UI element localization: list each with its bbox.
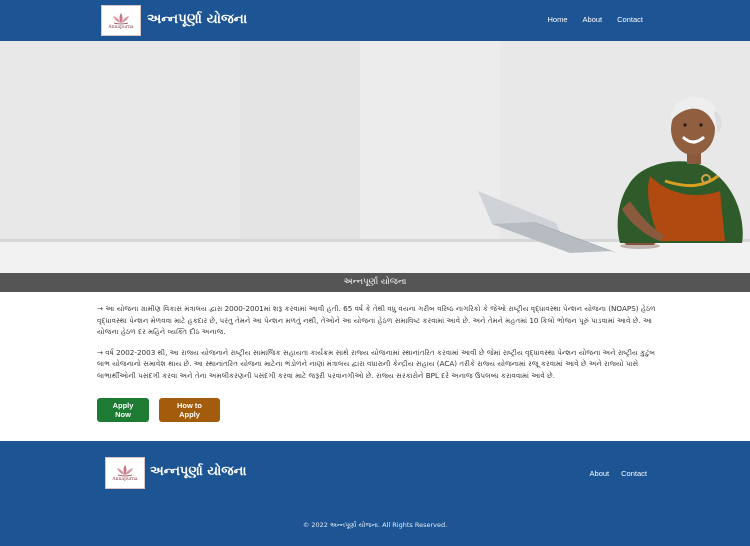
copyright-text: © 2022 અન્નપૂર્ણા યોજના. All Rights Rese…: [302, 521, 448, 529]
logo-text: Annapurna: [108, 24, 134, 30]
footer-brand[interactable]: અન્નપૂર્ણા યોજના: [150, 464, 246, 479]
nav-contact-link[interactable]: Contact: [617, 15, 643, 24]
history-paragraph: → વર્ષ 2002-2003 થી, આ રાજ્ય યોજનાને રાષ…: [97, 347, 656, 380]
footer-links: About Contact: [590, 469, 647, 478]
apply-now-button[interactable]: Apply Now: [97, 398, 149, 422]
footer-about-link[interactable]: About: [590, 469, 610, 478]
nav-home-link[interactable]: Home: [548, 15, 568, 24]
lotus-icon: [113, 12, 129, 25]
intro-paragraph: → આ યોજના ગ્રામીણ વિકાસ મંત્રાલય દ્વારા …: [97, 304, 656, 337]
lotus-icon: [117, 465, 133, 477]
footer-logo-text: Annapurna: [112, 477, 138, 483]
hero-caption: અન્નપૂર્ણા યોજના: [0, 273, 750, 292]
footer-contact-link[interactable]: Contact: [621, 469, 647, 478]
nav-about-link[interactable]: About: [583, 15, 603, 24]
hero-banner: [0, 41, 750, 273]
action-buttons: Apply Now How to Apply: [97, 398, 220, 422]
logo[interactable]: Annapurna: [101, 5, 141, 36]
navbar: Annapurna અન્નપૂર્ણા યોજના Home About Co…: [0, 0, 750, 41]
how-to-apply-button[interactable]: How to Apply: [159, 398, 220, 422]
footer-logo[interactable]: Annapurna: [105, 457, 145, 489]
hero-image: [0, 41, 750, 273]
nav-links: Home About Contact: [548, 15, 643, 24]
site-brand[interactable]: અન્નપૂર્ણા યોજના: [147, 11, 247, 27]
main-content: → આ યોજના ગ્રામીણ વિકાસ મંત્રાલય દ્વારા …: [97, 303, 657, 391]
footer: Annapurna અન્નપૂર્ણા યોજના About Contact…: [0, 441, 750, 546]
